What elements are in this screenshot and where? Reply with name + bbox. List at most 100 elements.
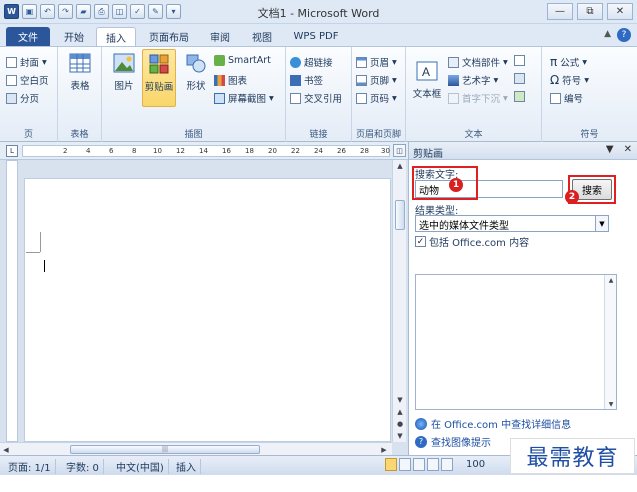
vertical-scroll-thumb[interactable] [395,200,405,230]
tab-selector-icon[interactable]: L [6,145,18,157]
full-screen-reading-icon[interactable] [399,458,411,471]
hyperlink-button[interactable]: 超链接 [290,55,333,69]
pi-icon: π [550,55,558,69]
quick-parts-button[interactable]: 文档部件 ▾ [448,55,508,69]
results-list[interactable]: ▲ ▼ [415,274,617,410]
footer-button[interactable]: 页脚 ▾ [356,73,397,87]
ruler-tick: 16 [222,147,231,155]
scroll-up-icon[interactable]: ▲ [393,160,407,172]
page-number-button[interactable]: 页码 ▾ [356,91,397,105]
draft-view-icon[interactable] [441,458,453,471]
browse-object-icon[interactable]: ● [393,418,407,430]
textbox-button[interactable]: A 文本框 [410,59,444,100]
watermark-text: 最需教育 [526,446,619,471]
ruler-tick: 14 [199,147,208,155]
globe-icon [415,417,427,430]
help-icon[interactable]: ? [617,28,631,42]
bookmark-button[interactable]: 书签 [290,73,323,87]
pane-menu-icon[interactable]: ▼ [606,144,614,155]
ruler-strip[interactable]: 2 4 6 8 10 12 14 16 18 20 22 24 26 28 30 [22,145,390,157]
document-page[interactable] [24,178,391,442]
close-button[interactable]: ✕ [607,3,633,20]
group-pages-label: 页 [23,130,33,140]
page-break-button[interactable]: 分页 [6,91,39,105]
horizontal-scroll-thumb[interactable]: ||| [70,445,260,454]
office-link[interactable]: 在 Office.com 中查找详细信息 [415,416,571,431]
image-tips-link[interactable]: ? 查找图像提示 [415,434,491,449]
chart-button[interactable]: 图表 [214,73,247,87]
smartart-button[interactable]: SmartArt [214,55,271,66]
result-type-select[interactable]: 选中的媒体文件类型 ▼ [415,215,609,232]
drop-cap-button[interactable]: 首字下沉 ▾ [448,91,508,105]
cover-page-button[interactable]: 封面 ▾ [6,55,47,69]
next-page-icon[interactable]: ▼ [393,430,407,442]
blank-page-button[interactable]: 空白页 [6,73,49,87]
group-illustrations: 图片 剪贴画 形状 SmartArt 图表 屏幕截图 ▾ 插图 [102,47,286,142]
picture-button[interactable]: 图片 [108,51,140,92]
tab-insert[interactable]: 插入 [96,27,136,46]
ruler-tick: 28 [360,147,369,155]
symbol-button[interactable]: Ω 符号 ▾ [550,73,589,87]
clipart-button[interactable]: 剪贴画 [142,49,176,107]
tab-wps-pdf[interactable]: WPS PDF [286,27,346,46]
clipart-icon [149,54,169,74]
print-layout-icon[interactable] [385,458,397,471]
collapse-ribbon-icon[interactable]: ▲ [604,29,611,39]
status-insert-mode[interactable]: 插入 [172,459,201,474]
tab-page-layout[interactable]: 页面布局 [140,27,198,46]
ruler-tick: 18 [245,147,254,155]
screenshot-button[interactable]: 屏幕截图 ▾ [214,91,274,105]
result-type-value: 选中的媒体文件类型 [419,221,509,232]
ruler-tick: 26 [337,147,346,155]
tab-view[interactable]: 视图 [242,27,282,46]
results-scroll-up-icon[interactable]: ▲ [605,275,617,285]
outline-view-icon[interactable] [427,458,439,471]
table-button[interactable]: 表格 [64,51,96,92]
cross-reference-button[interactable]: 交叉引用 [290,91,342,105]
web-layout-icon[interactable] [413,458,425,471]
ruler-tick: 20 [268,147,277,155]
date-time-button[interactable] [514,73,525,84]
status-page[interactable]: 页面: 1/1 [4,459,56,474]
horizontal-scrollbar[interactable]: ◀ ||| ▶ [0,442,392,455]
vertical-scrollbar[interactable]: ▲ ▼ ▲ ● ▼ [392,160,406,442]
shapes-icon [186,54,206,73]
include-office-checkbox-row[interactable]: ✓ 包括 Office.com 内容 [415,234,529,249]
annotation-badge-2: 2 [565,190,579,204]
group-text-label: 文本 [464,130,483,140]
results-scroll-down-icon[interactable]: ▼ [605,399,617,409]
shapes-button[interactable]: 形状 [180,51,212,92]
table-icon [69,53,91,73]
scroll-down-icon[interactable]: ▼ [393,394,407,406]
view-ruler-icon[interactable]: ◫ [393,144,406,157]
vertical-ruler [6,160,18,442]
include-office-checkbox[interactable]: ✓ [415,236,426,247]
window-controls: — ⧉ ✕ [547,3,633,20]
header-button[interactable]: 页眉 ▾ [356,55,397,69]
zoom-level[interactable]: 100 [466,459,485,470]
chevron-down-icon[interactable]: ▼ [595,216,608,231]
cover-page-icon [6,56,17,68]
previous-page-icon[interactable]: ▲ [393,406,407,418]
status-words[interactable]: 字数: 0 [62,459,104,474]
pane-close-icon[interactable]: ✕ [624,144,632,155]
group-links: 超链接 书签 交叉引用 链接 [286,47,352,142]
group-illustrations-label: 插图 [184,130,203,140]
wordart-button[interactable]: 艺术字 ▾ [448,73,498,87]
results-scrollbar[interactable]: ▲ ▼ [604,275,616,409]
status-language[interactable]: 中文(中国) [112,459,169,474]
group-header-footer: 页眉 ▾ 页脚 ▾ 页码 ▾ 页眉和页脚 [352,47,406,142]
numbering-button[interactable]: 编号 [550,91,583,105]
tab-review[interactable]: 审阅 [200,27,240,46]
equation-button[interactable]: π 公式 ▾ [550,55,587,69]
watermark-logo: 最需教育 [510,438,635,474]
minimize-button[interactable]: — [547,3,573,20]
maximize-button[interactable]: ⧉ [577,3,603,20]
tab-file[interactable]: 文件 [6,27,50,46]
ruler-tick: 12 [176,147,185,155]
signature-line-button[interactable] [514,55,525,66]
object-button[interactable] [514,91,525,102]
smartart-icon [214,55,225,66]
pane-title: 剪贴画 [413,149,443,160]
tab-home[interactable]: 开始 [54,27,94,46]
